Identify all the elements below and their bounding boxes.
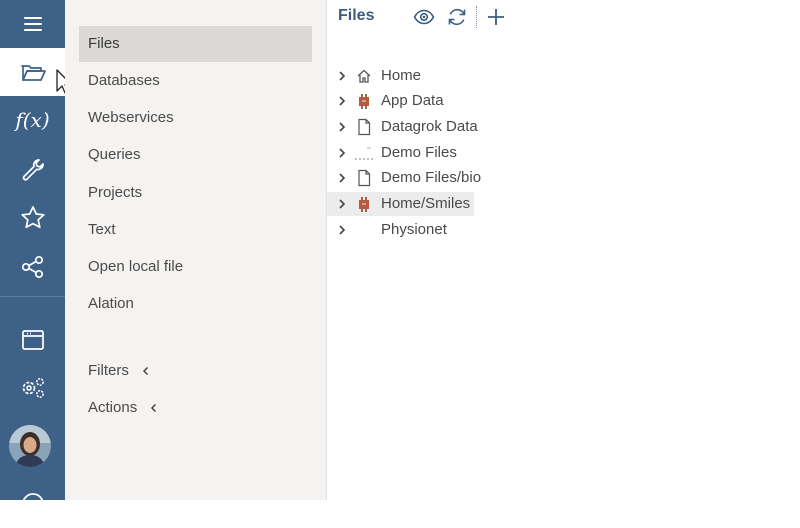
nav-item-queries[interactable]: Queries: [79, 137, 312, 173]
nav-item-alation[interactable]: Alation: [79, 286, 312, 322]
tree-node-label: Demo Files: [381, 144, 457, 161]
wrench-icon: [22, 159, 44, 181]
chevron-right-icon[interactable]: [337, 95, 347, 107]
file-icon: [358, 118, 371, 136]
favorites-button[interactable]: [0, 194, 65, 242]
tree-node-label: Physionet: [381, 221, 447, 238]
tree-node-label: Demo Files/bio: [381, 169, 482, 186]
help-button[interactable]: [0, 480, 65, 528]
refresh-icon[interactable]: [446, 6, 468, 28]
tree-node-home[interactable]: Home: [327, 64, 797, 88]
tree-node-datagrok-data[interactable]: Datagrok Data: [327, 115, 797, 139]
file-icon: [358, 169, 371, 187]
connector-icon: [359, 94, 369, 109]
chevron-right-icon[interactable]: [337, 70, 347, 82]
nav-item-files[interactable]: Files: [79, 26, 312, 62]
settings-button[interactable]: [0, 364, 65, 412]
windows-button[interactable]: [0, 316, 65, 364]
user-avatar[interactable]: [9, 425, 51, 467]
chevron-right-icon[interactable]: [337, 198, 347, 210]
chevron-right-icon[interactable]: [337, 147, 347, 159]
filters-section-toggle[interactable]: Filters: [88, 362, 151, 379]
nav-item-open-local-file[interactable]: Open local file: [79, 249, 312, 285]
share-button[interactable]: [0, 243, 65, 291]
function-icon: f(x): [15, 108, 50, 132]
tree-node-app-data[interactable]: App Data: [327, 89, 797, 113]
share-icon: [21, 255, 43, 279]
chevron-left-icon: [142, 366, 148, 375]
tools-button[interactable]: [0, 146, 65, 194]
folder-open-icon: [20, 65, 46, 81]
nav-item-projects[interactable]: Projects: [79, 175, 312, 211]
menu-button[interactable]: [0, 0, 65, 48]
tree-node-home-smiles[interactable]: Home/Smiles: [327, 192, 797, 216]
dotted-icon: [355, 147, 373, 160]
tree-node-label: App Data: [381, 92, 444, 109]
tree-node-label: Home/Smiles: [381, 195, 471, 212]
toolbar-divider: [476, 6, 477, 28]
home-icon: [357, 69, 371, 83]
tree-node-label: Home: [381, 67, 422, 84]
actions-label: Actions: [88, 399, 138, 416]
nav-item-databases[interactable]: Databases: [79, 63, 312, 99]
chevron-left-icon: [151, 403, 157, 412]
plus-icon[interactable]: [485, 6, 507, 28]
tree-node-demo-files[interactable]: Demo Files: [327, 141, 797, 165]
nav-item-text[interactable]: Text: [79, 212, 312, 248]
settings-gears-icon: [22, 378, 44, 398]
tree-node-label: Datagrok Data: [381, 118, 478, 135]
window-icon: [21, 330, 44, 350]
chevron-right-icon[interactable]: [337, 224, 347, 236]
chevron-right-icon[interactable]: [337, 121, 347, 133]
page-title: Files: [338, 7, 375, 24]
browse-panel: Files Databases Webservices Queries Proj…: [65, 0, 327, 500]
star-icon: [20, 206, 45, 229]
actions-section-toggle[interactable]: Actions: [88, 399, 159, 416]
chevron-right-icon[interactable]: [337, 172, 347, 184]
tree-node-demo-files-bio[interactable]: Demo Files/bio: [327, 166, 797, 190]
filters-label: Filters: [88, 362, 129, 379]
help-icon: [21, 493, 44, 515]
hamburger-menu-icon: [23, 17, 42, 31]
rail-divider: [0, 296, 65, 297]
tree-node-physionet[interactable]: Physionet: [327, 218, 797, 242]
functions-button[interactable]: f(x): [0, 96, 65, 144]
eye-icon[interactable]: [413, 6, 435, 28]
connector-icon: [359, 197, 369, 212]
nav-item-webservices[interactable]: Webservices: [79, 100, 312, 136]
main-view: Files Home App Data Datagrok Data Demo F…: [327, 0, 800, 500]
